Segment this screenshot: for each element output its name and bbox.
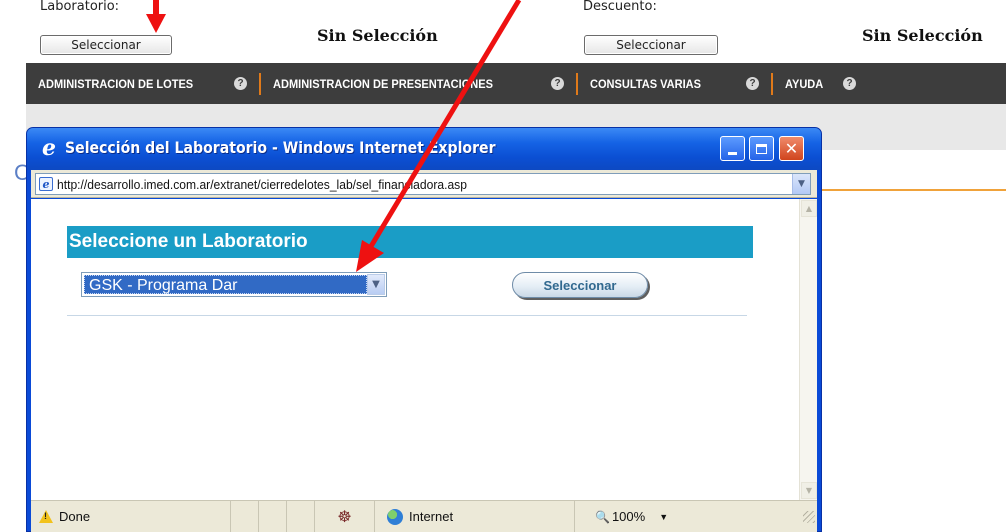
maximize-button[interactable]: [749, 136, 774, 161]
zoom-cell[interactable]: 🔍 100% ▼: [575, 501, 687, 532]
nav-label: ADMINISTRACION DE PRESENTACIONES: [273, 76, 494, 91]
ie-popup-window: e Selección del Laboratorio - Windows In…: [26, 127, 822, 532]
privacy-cell: ☸: [315, 501, 375, 532]
status-empty-cell: [259, 501, 287, 532]
nav-item-lotes[interactable]: ADMINISTRACION DE LOTES ?: [26, 63, 259, 104]
zone-cell: Internet: [375, 501, 575, 532]
address-bar: e http://desarrollo.imed.com.ar/extranet…: [31, 170, 817, 198]
zone-text: Internet: [409, 509, 454, 524]
page-icon: e: [39, 177, 53, 191]
lab-selection-value: Sin Selección: [317, 26, 438, 45]
scroll-up-icon[interactable]: ▲: [801, 200, 817, 217]
status-done-text: Done: [59, 509, 91, 524]
nav-item-consultas[interactable]: CONSULTAS VARIAS ?: [578, 63, 771, 104]
help-icon[interactable]: ?: [746, 77, 759, 90]
chevron-down-icon[interactable]: ▼: [792, 174, 810, 194]
lab-select-button[interactable]: Seleccionar: [40, 35, 172, 55]
resize-grip-icon[interactable]: [803, 510, 815, 523]
zoom-icon: 🔍: [595, 509, 610, 524]
window-title: Selección del Laboratorio - Windows Inte…: [65, 138, 496, 157]
content-divider: [67, 315, 747, 316]
seleccionar-button[interactable]: Seleccionar: [512, 272, 648, 298]
nav-label: CONSULTAS VARIAS: [590, 76, 702, 91]
privacy-icon[interactable]: ☸: [337, 507, 351, 527]
nav-item-presentaciones[interactable]: ADMINISTRACION DE PRESENTACIONES ?: [261, 63, 576, 104]
laboratorio-label: Laboratorio:: [40, 0, 120, 14]
maximize-icon: [756, 143, 767, 154]
laboratory-dropdown[interactable]: GSK - Programa Dar ▼: [81, 272, 387, 297]
warning-icon[interactable]: [39, 510, 53, 523]
help-icon[interactable]: ?: [843, 77, 856, 90]
descuento-label: Descuento:: [583, 0, 657, 14]
url-field[interactable]: e http://desarrollo.imed.com.ar/extranet…: [35, 173, 811, 195]
ie-titlebar[interactable]: e Selección del Laboratorio - Windows In…: [27, 128, 821, 170]
status-bar: Done ☸ Internet 🔍 100% ▼: [31, 500, 817, 532]
scroll-down-icon[interactable]: ▼: [801, 482, 817, 499]
main-nav: ADMINISTRACION DE LOTES ? ADMINISTRACION…: [26, 63, 1006, 104]
globe-icon: [387, 508, 403, 525]
chevron-down-icon[interactable]: ▼: [659, 512, 668, 522]
arrow-to-lab-button: [146, 0, 166, 33]
chevron-down-icon[interactable]: ▼: [367, 274, 385, 295]
nav-label: AYUDA: [785, 76, 824, 91]
help-icon[interactable]: ?: [234, 77, 247, 90]
close-button[interactable]: ✕: [779, 136, 804, 161]
section-header: Seleccione un Laboratorio: [67, 226, 753, 258]
minimize-icon: [728, 152, 737, 155]
discount-selection-value: Sin Selección: [862, 26, 983, 45]
ie-logo-icon: e: [42, 135, 56, 161]
nav-item-ayuda[interactable]: AYUDA ?: [773, 63, 868, 104]
url-text: http://desarrollo.imed.com.ar/extranet/c…: [57, 176, 467, 192]
close-icon: ✕: [784, 138, 799, 158]
vertical-scrollbar[interactable]: ▲ ▼: [799, 199, 817, 500]
help-icon[interactable]: ?: [551, 77, 564, 90]
discount-select-button[interactable]: Seleccionar: [584, 35, 718, 55]
minimize-button[interactable]: [720, 136, 745, 161]
orange-divider: [820, 189, 1006, 191]
popup-content: Seleccione un Laboratorio GSK - Programa…: [31, 199, 817, 500]
status-empty-cell: [231, 501, 259, 532]
zoom-text: 100%: [611, 509, 646, 524]
nav-label: ADMINISTRACION DE LOTES: [38, 76, 194, 91]
selected-laboratory: GSK - Programa Dar: [84, 275, 367, 294]
status-empty-cell: [287, 501, 315, 532]
status-done-cell: Done: [31, 501, 231, 532]
